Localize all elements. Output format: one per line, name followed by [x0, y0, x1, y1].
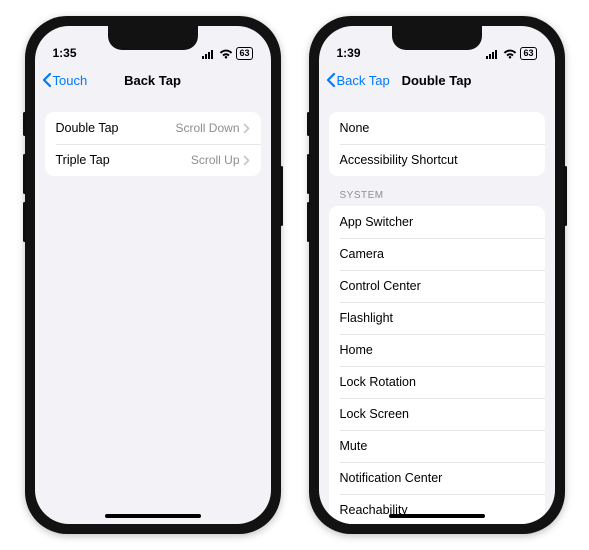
option-home[interactable]: Home — [329, 334, 545, 366]
triple-tap-row[interactable]: Triple Tap Scroll Up — [45, 144, 261, 176]
system-section-header: System — [329, 176, 545, 206]
power-button — [280, 166, 283, 226]
row-label: Triple Tap — [56, 153, 110, 167]
volume-down-button — [23, 202, 26, 242]
cellular-signal-icon — [202, 49, 216, 59]
phone-frame-right: 1:39 63 Back Tap Double Tap — [309, 16, 565, 534]
options-group-system: App Switcher Camera Control Center Flash… — [329, 206, 545, 524]
option-flashlight[interactable]: Flashlight — [329, 302, 545, 334]
row-label: Mute — [340, 439, 368, 453]
home-indicator[interactable] — [105, 514, 201, 518]
home-indicator[interactable] — [389, 514, 485, 518]
chevron-left-icon — [325, 72, 336, 88]
row-label: Lock Screen — [340, 407, 409, 421]
chevron-left-icon — [41, 72, 52, 88]
option-none[interactable]: None — [329, 112, 545, 144]
option-app-switcher[interactable]: App Switcher — [329, 206, 545, 238]
row-label: Home — [340, 343, 373, 357]
row-value: Scroll Down — [175, 121, 249, 135]
chevron-right-icon — [243, 123, 250, 134]
option-lock-screen[interactable]: Lock Screen — [329, 398, 545, 430]
row-label: Lock Rotation — [340, 375, 416, 389]
back-label: Touch — [53, 73, 88, 88]
row-label: Flashlight — [340, 311, 394, 325]
battery-indicator: 63 — [520, 47, 536, 60]
volume-down-button — [307, 202, 310, 242]
option-reachability[interactable]: Reachability — [329, 494, 545, 524]
volume-up-button — [307, 154, 310, 194]
content: Double Tap Scroll Down Triple Tap Scroll… — [35, 98, 271, 524]
cellular-signal-icon — [486, 49, 500, 59]
back-button[interactable]: Touch — [41, 72, 88, 88]
option-accessibility-shortcut[interactable]: Accessibility Shortcut — [329, 144, 545, 176]
option-lock-rotation[interactable]: Lock Rotation — [329, 366, 545, 398]
power-button — [564, 166, 567, 226]
row-label: Double Tap — [56, 121, 119, 135]
option-control-center[interactable]: Control Center — [329, 270, 545, 302]
notch — [392, 26, 482, 50]
row-label: Camera — [340, 247, 384, 261]
content[interactable]: None Accessibility Shortcut System App S… — [319, 98, 555, 524]
option-mute[interactable]: Mute — [329, 430, 545, 462]
screen: 1:35 63 Touch Back Tap — [35, 26, 271, 524]
row-label: None — [340, 121, 370, 135]
row-label: Notification Center — [340, 471, 443, 485]
option-camera[interactable]: Camera — [329, 238, 545, 270]
silent-switch — [23, 112, 26, 136]
nav-bar: Back Tap Double Tap — [319, 62, 555, 98]
double-tap-row[interactable]: Double Tap Scroll Down — [45, 112, 261, 144]
row-value: Scroll Up — [191, 153, 250, 167]
row-label: Control Center — [340, 279, 421, 293]
battery-indicator: 63 — [236, 47, 252, 60]
page-title: Double Tap — [402, 73, 472, 88]
settings-group: Double Tap Scroll Down Triple Tap Scroll… — [45, 112, 261, 176]
wifi-icon — [503, 49, 517, 59]
row-label: App Switcher — [340, 215, 414, 229]
nav-bar: Touch Back Tap — [35, 62, 271, 98]
phone-frame-left: 1:35 63 Touch Back Tap — [25, 16, 281, 534]
row-value-text: Scroll Up — [191, 153, 240, 167]
row-label: Accessibility Shortcut — [340, 153, 458, 167]
row-value-text: Scroll Down — [175, 121, 239, 135]
options-group-top: None Accessibility Shortcut — [329, 112, 545, 176]
back-button[interactable]: Back Tap — [325, 72, 390, 88]
volume-up-button — [23, 154, 26, 194]
screen: 1:39 63 Back Tap Double Tap — [319, 26, 555, 524]
notch — [108, 26, 198, 50]
silent-switch — [307, 112, 310, 136]
option-notification-center[interactable]: Notification Center — [329, 462, 545, 494]
wifi-icon — [219, 49, 233, 59]
page-title: Back Tap — [124, 73, 181, 88]
chevron-right-icon — [243, 155, 250, 166]
back-label: Back Tap — [337, 73, 390, 88]
